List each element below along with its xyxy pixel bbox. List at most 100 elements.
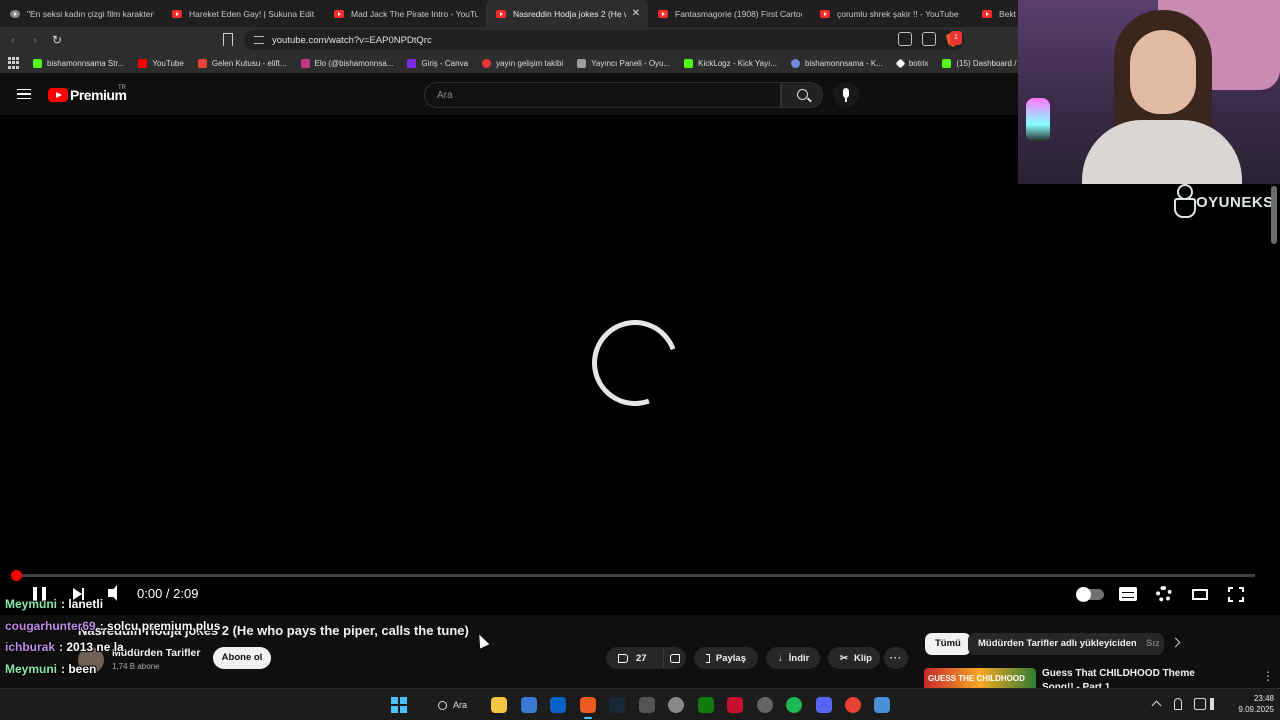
share-arrow-icon (706, 653, 710, 663)
bookmark-icon[interactable] (223, 33, 233, 46)
chat-text: : been (61, 661, 97, 676)
browser-tab[interactable]: "En seksi kadın çizgi film karakterleri (0, 0, 162, 27)
bookmark-item[interactable]: (15) Dashboard / Str... (942, 58, 1018, 68)
bookmark-item[interactable]: Elo (@bishamonnsa... (300, 58, 393, 68)
dislike-button[interactable] (664, 647, 686, 669)
autoplay-toggle[interactable] (1076, 587, 1104, 602)
speaker-tray-icon[interactable] (1210, 698, 1218, 710)
video-player[interactable]: 0:00 / 2:09 (0, 115, 1280, 615)
bookmark-item[interactable]: botrix (895, 58, 928, 68)
tab-title: Hareket Eden Gay! | Sukuna Edit - Yo (189, 8, 316, 19)
address-bar[interactable]: youtube.com/watch?v=EAP0NPDtQrc (244, 30, 964, 50)
file-explorer-icon[interactable] (491, 697, 507, 713)
epic-games-icon[interactable] (639, 697, 655, 713)
youtube-logo-icon[interactable] (48, 88, 68, 102)
subscribe-button[interactable]: Abone ol (213, 647, 271, 669)
microsoft-store-icon[interactable] (521, 697, 537, 713)
search-button[interactable] (781, 82, 823, 108)
bookmark-item[interactable]: bishamonnsama - K... (791, 58, 883, 68)
share-button[interactable]: Paylaş (694, 647, 758, 669)
bookmark-item[interactable]: Giriş - Canva (407, 58, 468, 68)
browser-tab[interactable]: Hareket Eden Gay! | Sukuna Edit - Yo (162, 0, 324, 27)
site-settings-icon[interactable] (254, 36, 264, 44)
chat-username: Meymuni (5, 597, 58, 611)
taskbar-clock[interactable]: 23:48 9.09.2025 (1222, 693, 1274, 715)
vpn-app-icon[interactable] (874, 697, 890, 713)
chat-message: Meymuni: lanetli (5, 594, 220, 616)
more-actions-button[interactable]: ··· (884, 647, 908, 669)
chip-all[interactable]: Tümü (925, 633, 971, 655)
bookmark-item[interactable]: YouTube (138, 58, 184, 68)
bookmark-item[interactable]: bishamonnsama Str... (33, 58, 124, 68)
forward-icon[interactable]: › (26, 31, 44, 49)
bookmark-item[interactable]: yayın gelişim takibi (482, 58, 564, 68)
chrome-icon[interactable] (845, 697, 861, 713)
screen: "En seksi kadın çizgi film karakterleri … (0, 0, 1280, 720)
show-hidden-icons-chevron-icon[interactable] (1151, 700, 1162, 711)
steam-icon[interactable] (609, 697, 625, 713)
red-app-icon[interactable] (727, 697, 743, 713)
back-icon[interactable]: ‹ (4, 31, 22, 49)
browser-tab[interactable]: Bekt (972, 0, 1018, 27)
bookmark-item[interactable]: Yayıncı Paneli - Oyu... (577, 58, 670, 68)
clock-date: 9.09.2025 (1238, 705, 1274, 714)
outlook-icon[interactable] (550, 697, 566, 713)
tab-favicon-icon (10, 9, 20, 18)
chat-username: Meymuni (5, 661, 58, 676)
xbox-icon[interactable] (698, 697, 714, 713)
bookmark-label: yayın gelişim takibi (496, 58, 564, 68)
like-button[interactable]: 27 (606, 647, 664, 669)
chevron-right-icon[interactable] (1170, 637, 1181, 648)
recommendation-title[interactable]: Guess That CHILDHOOD Theme (1042, 668, 1195, 679)
scrubber-handle[interactable] (11, 570, 22, 581)
chat-message: cougarhunter69: solcu premium plus (5, 616, 220, 638)
brave-rewards-badge[interactable]: 1 (950, 31, 962, 45)
taskbar-search[interactable]: Ara (430, 696, 482, 714)
browser-tab-active[interactable]: Nasreddin Hodja jokes 2 (He wh ✕ (486, 0, 648, 27)
search-input[interactable]: Ara (424, 82, 781, 108)
hamburger-menu-icon[interactable] (17, 89, 31, 99)
brave-browser-icon[interactable] (580, 697, 596, 719)
close-tab-icon[interactable]: ✕ (632, 8, 640, 19)
chat-message: Meymuni: been (5, 659, 220, 681)
chip-partial[interactable]: Sız (1136, 633, 1164, 655)
loading-spinner-icon (577, 305, 693, 421)
spotify-icon[interactable] (786, 697, 802, 713)
instagram-icon (300, 58, 310, 68)
tab-title: Mad Jack The Pirate Intro - YouTube (351, 8, 478, 19)
progress-bar[interactable] (12, 574, 1255, 577)
share-page-icon[interactable] (922, 32, 936, 46)
youtube-favicon-icon (982, 9, 992, 18)
bookmark-item[interactable]: Gelen Kutusu - elift... (197, 58, 287, 68)
recommendation-menu-icon[interactable]: ⋮ (1262, 669, 1274, 683)
microphone-tray-icon[interactable] (1174, 698, 1182, 710)
obs-icon[interactable] (668, 697, 684, 713)
apps-grid-icon[interactable] (8, 57, 19, 69)
tab-title: Bekt (999, 8, 1017, 19)
voice-search-icon[interactable] (833, 82, 859, 108)
search-icon (438, 700, 447, 710)
subtitles-icon[interactable] (1119, 587, 1137, 601)
fullscreen-icon[interactable] (1227, 586, 1245, 603)
reload-icon[interactable]: ↻ (48, 31, 66, 49)
settings-gear-icon[interactable] (1156, 586, 1172, 602)
network-tray-icon[interactable] (1194, 698, 1206, 710)
theater-mode-icon[interactable] (1192, 589, 1208, 600)
cast-icon[interactable] (898, 32, 912, 46)
browser-tab[interactable]: Mad Jack The Pirate Intro - YouTube (324, 0, 486, 27)
browser-tab[interactable]: çorumlu shrek şakir !! - YouTube (810, 0, 972, 27)
clock-time: 23:48 (1253, 694, 1274, 703)
bookmark-label: KickLogz - Kick Yayı... (698, 58, 778, 68)
settings-app-icon[interactable] (757, 697, 773, 713)
clip-button[interactable]: ✂ Klip (828, 647, 880, 669)
discord-icon[interactable] (816, 697, 832, 713)
chat-message: ichburak: 2013 ne la (5, 637, 220, 659)
download-button[interactable]: ↓ İndir (766, 647, 820, 669)
bookmark-item[interactable]: KickLogz - Kick Yayı... (684, 58, 778, 68)
tab-title: Nasreddin Hodja jokes 2 (He wh (513, 8, 626, 19)
page-scrollbar[interactable] (1271, 186, 1277, 244)
browser-tab[interactable]: Fantasmagorie (1908) First Cartoon E (648, 0, 810, 27)
recommendation-thumbnail[interactable]: GUESS THE CHILDHOOD (924, 668, 1036, 690)
chip-from-uploader[interactable]: Müdürden Tarifler adlı yükleyiciden (968, 633, 1147, 655)
windows-start-icon[interactable] (391, 697, 407, 713)
